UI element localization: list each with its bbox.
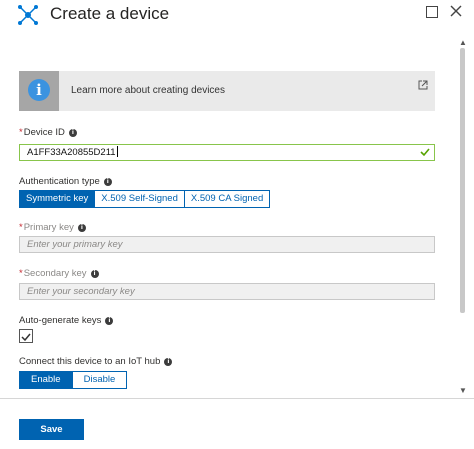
scroll-up-arrow-icon[interactable]: ▲ [458,38,468,48]
auth-type-toggle: Symmetric key X.509 Self-Signed X.509 CA… [19,190,271,208]
auth-type-label: Authentication type i [19,176,112,187]
external-link-icon[interactable] [418,77,428,90]
secondary-key-placeholder: Enter your secondary key [27,286,135,297]
connect-hub-toggle: Enable Disable [19,371,128,389]
auto-generate-label: Auto-generate keys i [19,315,114,326]
device-id-value: A1FF33A20855D211 [27,147,116,158]
connect-option-disable[interactable]: Disable [72,372,127,388]
info-tooltip-icon[interactable]: i [103,177,112,186]
primary-key-placeholder: Enter your primary key [27,239,123,250]
maximize-icon[interactable] [424,4,438,18]
required-mark: * [19,127,23,138]
device-id-label-text: Device ID [23,127,65,138]
secondary-key-label: *Secondary key i [19,268,99,279]
primary-key-label-text: Primary key [23,222,74,233]
connect-hub-label-text: Connect this device to an IoT hub [19,356,161,367]
info-tooltip-icon[interactable]: i [90,269,99,278]
secondary-key-input[interactable]: Enter your secondary key [19,283,435,300]
auth-option-x509-ca-signed[interactable]: X.509 CA Signed [184,191,270,207]
auto-generate-label-text: Auto-generate keys [19,315,102,326]
info-tooltip-icon[interactable]: i [68,128,77,137]
scrollbar-thumb[interactable] [460,48,465,313]
auth-option-x509-self-signed[interactable]: X.509 Self-Signed [95,191,185,207]
checkmark-icon [21,333,31,342]
connect-option-enable[interactable]: Enable [20,372,73,388]
device-id-input[interactable]: A1FF33A20855D211 [19,144,435,161]
device-id-label: *Device ID i [19,127,77,138]
info-banner[interactable]: i Learn more about creating devices [19,71,435,111]
auth-type-label-text: Authentication type [19,176,100,187]
close-icon[interactable] [449,4,463,18]
save-button[interactable]: Save [19,419,84,440]
info-tooltip-icon[interactable]: i [77,223,86,232]
secondary-key-label-text: Secondary key [23,268,87,279]
page-title: Create a device [50,4,170,23]
blade-header: Create a device [0,0,474,34]
banner-text: Learn more about creating devices [71,85,225,96]
auth-option-symmetric-key[interactable]: Symmetric key [20,191,96,207]
required-mark: * [19,222,23,233]
connect-hub-label: Connect this device to an IoT hub i [19,356,173,367]
checkmark-icon [420,148,430,157]
footer-divider [0,398,474,399]
required-mark: * [19,268,23,279]
info-tooltip-icon[interactable]: i [105,316,114,325]
primary-key-label: *Primary key i [19,222,86,233]
info-icon: i [28,79,50,101]
auto-generate-checkbox[interactable] [19,329,33,343]
info-tooltip-icon[interactable]: i [164,357,173,366]
scroll-down-arrow-icon[interactable]: ▼ [458,386,468,396]
info-icon-box: i [19,71,59,111]
iot-hub-icon [16,3,40,27]
primary-key-input[interactable]: Enter your primary key [19,236,435,253]
